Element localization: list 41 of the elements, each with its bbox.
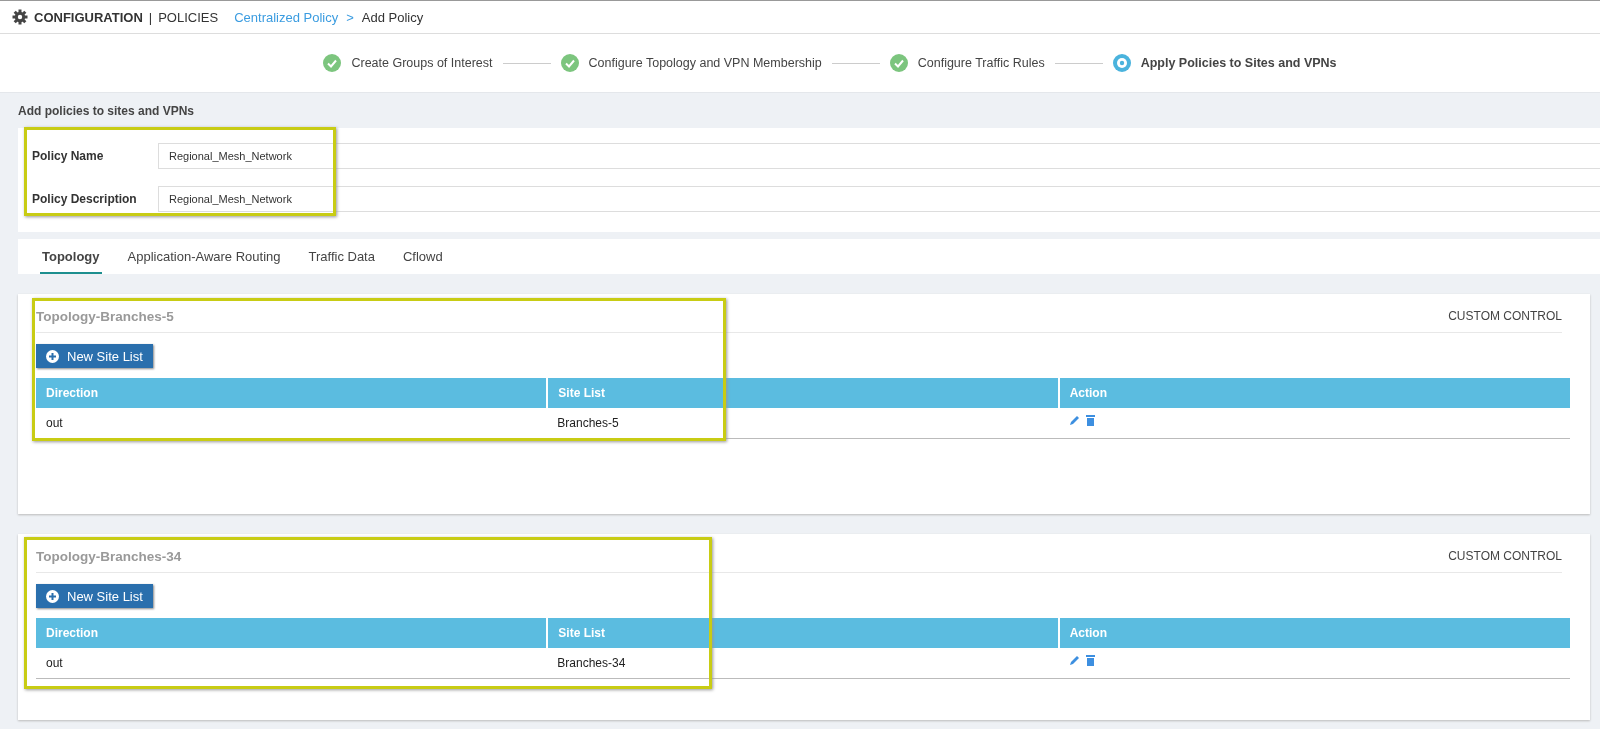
step-label: Configure Traffic Rules (917, 56, 1045, 70)
tab[interactable]: Traffic Data (306, 249, 377, 274)
column-header: Action (1058, 618, 1570, 648)
table-cell: out (36, 648, 548, 679)
breadcrumb-current: Add Policy (361, 9, 424, 25)
breadcrumb-separator: > (346, 9, 354, 25)
tab[interactable]: Application-Aware Routing (125, 249, 283, 274)
field-label: Policy Name (32, 149, 105, 163)
column-header: Action (1058, 378, 1570, 408)
step-label: Apply Policies to Sites and VPNs (1140, 56, 1337, 70)
table-cell: out (36, 408, 548, 439)
plus-circle-icon (46, 349, 59, 363)
tab[interactable]: Topology (40, 249, 102, 274)
field-label: Policy Description (32, 192, 138, 206)
settings-icon (12, 9, 28, 25)
plus-circle-icon (46, 589, 59, 603)
delete-icon[interactable] (1085, 414, 1095, 426)
section-title: Add policies to sites and VPNs (18, 102, 196, 120)
column-header: Site List (547, 618, 1059, 648)
step-label: Configure Topology and VPN Membership (588, 56, 822, 70)
card-title: Topology-Branches-5 (36, 308, 174, 324)
card-title: Topology-Branches-34 (36, 548, 182, 564)
page-title: CONFIGURATION (34, 9, 143, 25)
new-site-list-button[interactable]: New Site List (36, 344, 153, 368)
column-header: Direction (36, 378, 548, 408)
input-field[interactable]: Regional_Mesh_Network (158, 143, 1600, 169)
step-label: Create Groups of Interest (351, 56, 493, 70)
title-divider: | (148, 9, 153, 25)
delete-icon[interactable] (1085, 654, 1095, 666)
edit-icon[interactable] (1068, 414, 1080, 426)
page-subtitle: POLICIES (158, 9, 219, 25)
table-cell: Branches-34 (547, 648, 1059, 679)
edit-icon[interactable] (1068, 654, 1080, 666)
column-header: Site List (547, 378, 1059, 408)
new-site-list-button[interactable]: New Site List (36, 584, 153, 608)
custom-control-link[interactable]: CUSTOM CONTROL (1448, 549, 1562, 563)
custom-control-link[interactable]: CUSTOM CONTROL (1448, 309, 1562, 323)
table-cell: Branches-5 (547, 408, 1059, 439)
input-field[interactable]: Regional_Mesh_Network (158, 186, 1600, 212)
column-header: Direction (36, 618, 548, 648)
tab[interactable]: Cflowd (400, 249, 445, 274)
